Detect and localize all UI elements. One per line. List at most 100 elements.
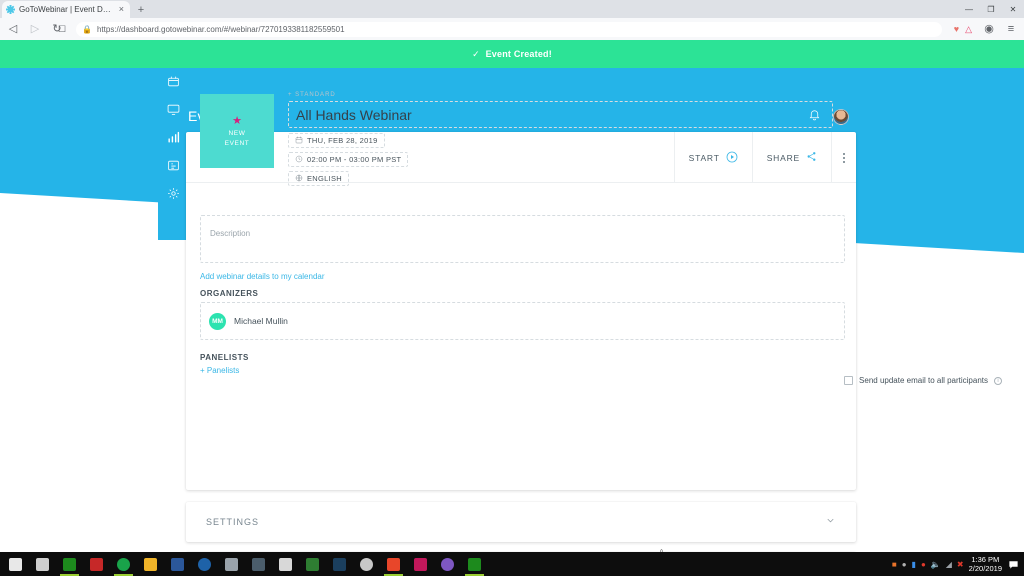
add-panelists-link[interactable]: + Panelists bbox=[200, 366, 239, 375]
star-icon: ★ bbox=[232, 116, 242, 127]
event-date-value: THU, FEB 28, 2019 bbox=[307, 136, 378, 145]
send-update-checkbox[interactable] bbox=[844, 376, 853, 385]
organizers-label: ORGANIZERS bbox=[200, 289, 258, 298]
forward-button[interactable]: ▷ bbox=[28, 24, 42, 35]
user-avatar[interactable] bbox=[833, 109, 849, 125]
send-update-label: Send update email to all participants bbox=[859, 376, 988, 385]
sidebar-item-analytics[interactable] bbox=[165, 132, 181, 148]
sidebar-item-my-webinars[interactable] bbox=[165, 104, 181, 120]
task-view-button[interactable] bbox=[29, 552, 56, 576]
close-window-button[interactable]: ✕ bbox=[1002, 0, 1024, 18]
web-page: ✓ Event Created! bbox=[0, 40, 1024, 552]
event-thumbnail[interactable]: ★ NEW EVENT bbox=[200, 94, 274, 168]
tray-icon-blue[interactable]: ▮ bbox=[912, 560, 916, 569]
chevron-down-icon[interactable] bbox=[825, 513, 836, 531]
close-tab-icon[interactable]: × bbox=[117, 5, 126, 14]
event-title-value: All Hands Webinar bbox=[296, 107, 412, 123]
taskbar-file-explorer[interactable] bbox=[137, 552, 164, 576]
more-options-kebab[interactable] bbox=[831, 132, 856, 183]
tab-title: GoToWebinar | Event Details bbox=[19, 5, 113, 14]
browser-tab[interactable]: GoToWebinar | Event Details × bbox=[2, 1, 130, 18]
taskbar-clock[interactable]: 1:36 PM 2/20/2019 bbox=[969, 555, 1002, 574]
banner-text: Event Created! bbox=[486, 49, 552, 59]
shield-extension-icon[interactable]: ♥ bbox=[954, 25, 959, 34]
taskbar-word[interactable] bbox=[164, 552, 191, 576]
system-tray: ■ ● ▮ ● 🔈 ◢ ✖ 1:36 PM 2/20/2019 bbox=[892, 555, 1024, 574]
taskbar-app-white[interactable] bbox=[272, 552, 299, 576]
organizers-list[interactable]: MM Michael Mullin bbox=[200, 302, 845, 340]
taskbar-photoshop[interactable] bbox=[326, 552, 353, 576]
adobe-extension-icon[interactable]: △ bbox=[965, 25, 972, 34]
standard-tag: + STANDARD bbox=[288, 92, 833, 98]
browser-toolbar: ◁ ▷ ↻ ☐ 🔒 https://dashboard.gotowebinar.… bbox=[0, 18, 1024, 40]
action-center-icon[interactable] bbox=[1007, 558, 1020, 571]
taskbar-app-gray[interactable] bbox=[218, 552, 245, 576]
tray-icon-red2[interactable]: ✖ bbox=[957, 560, 964, 569]
lock-icon: 🔒 bbox=[82, 25, 92, 34]
gotowebinar-favicon bbox=[6, 5, 15, 14]
event-language-value: ENGLISH bbox=[307, 174, 342, 183]
kebab-icon bbox=[843, 153, 845, 163]
thumbnail-line1: NEW bbox=[229, 130, 246, 137]
id-card-icon bbox=[167, 159, 180, 177]
taskbar-citrix-green2[interactable] bbox=[461, 552, 488, 576]
gear-icon bbox=[167, 187, 180, 205]
maximize-button[interactable]: ❐ bbox=[980, 0, 1002, 18]
send-update-row[interactable]: Send update email to all participants i bbox=[844, 376, 1002, 385]
minimize-button[interactable]: — bbox=[958, 0, 980, 18]
bookmark-icon[interactable]: ☐ bbox=[58, 24, 66, 35]
calendar-event-icon bbox=[167, 75, 180, 93]
new-tab-button[interactable]: + bbox=[134, 3, 148, 17]
taskbar-app-blue[interactable] bbox=[191, 552, 218, 576]
tray-icon-red[interactable]: ● bbox=[921, 560, 926, 569]
sidebar-item-recordings[interactable] bbox=[165, 160, 181, 176]
event-time-field[interactable]: 02:00 PM - 03:00 PM PST bbox=[288, 152, 408, 167]
tray-volume-icon[interactable]: 🔈 bbox=[931, 560, 941, 569]
description-placeholder: Description bbox=[210, 229, 250, 238]
section-settings-label: SETTINGS bbox=[206, 517, 825, 527]
taskbar-chrome[interactable] bbox=[110, 552, 137, 576]
section-settings[interactable]: SETTINGS bbox=[186, 502, 856, 542]
organizer-name: Michael Mullin bbox=[234, 316, 288, 326]
taskbar-apps bbox=[0, 552, 488, 576]
event-detail-column: + STANDARD All Hands Webinar THU, FEB 28… bbox=[288, 92, 833, 190]
tray-network-icon[interactable]: ◢ bbox=[946, 560, 952, 569]
taskbar-app-teal[interactable] bbox=[245, 552, 272, 576]
thumbnail-line2: EVENT bbox=[225, 140, 250, 147]
left-sidebar bbox=[158, 68, 188, 240]
add-to-calendar-link[interactable]: Add webinar details to my calendar bbox=[200, 272, 325, 281]
info-icon[interactable]: i bbox=[994, 377, 1002, 385]
event-date-field[interactable]: THU, FEB 28, 2019 bbox=[288, 133, 385, 148]
profile-button[interactable]: ◉ bbox=[982, 24, 996, 35]
event-created-banner: ✓ Event Created! bbox=[0, 40, 1024, 68]
taskbar-app-circle[interactable] bbox=[353, 552, 380, 576]
taskbar-itunes[interactable] bbox=[434, 552, 461, 576]
back-button[interactable]: ◁ bbox=[6, 24, 20, 35]
taskbar-app-green2[interactable] bbox=[299, 552, 326, 576]
sidebar-item-events[interactable] bbox=[165, 76, 181, 92]
sidebar-item-settings[interactable] bbox=[165, 188, 181, 204]
globe-icon bbox=[295, 174, 303, 184]
browser-menu-button[interactable]: ≡ bbox=[1004, 24, 1018, 35]
windows-taskbar: ■ ● ▮ ● 🔈 ◢ ✖ 1:36 PM 2/20/2019 bbox=[0, 552, 1024, 576]
tray-icon-orange[interactable]: ■ bbox=[892, 560, 897, 569]
calendar-icon bbox=[295, 136, 303, 146]
screen: GoToWebinar | Event Details × + — ❐ ✕ ◁ … bbox=[0, 0, 1024, 576]
taskbar-citrix-green[interactable] bbox=[56, 552, 83, 576]
address-bar[interactable]: ☐ 🔒 https://dashboard.gotowebinar.com/#/… bbox=[76, 22, 942, 37]
event-time-row: 02:00 PM - 03:00 PM PST bbox=[288, 152, 833, 167]
event-title-input[interactable]: All Hands Webinar bbox=[288, 101, 833, 128]
taskbar-brave[interactable] bbox=[380, 552, 407, 576]
event-time-value: 02:00 PM - 03:00 PM PST bbox=[307, 155, 401, 164]
tray-icon-gray[interactable]: ● bbox=[902, 560, 907, 569]
monitor-icon bbox=[167, 103, 180, 121]
taskbar-app-red[interactable] bbox=[83, 552, 110, 576]
tab-strip: GoToWebinar | Event Details × + — ❐ ✕ bbox=[0, 0, 1024, 18]
taskbar-app-pink[interactable] bbox=[407, 552, 434, 576]
browser-chrome: GoToWebinar | Event Details × + — ❐ ✕ ◁ … bbox=[0, 0, 1024, 40]
description-input[interactable]: Description bbox=[200, 215, 845, 263]
event-language-field[interactable]: ENGLISH bbox=[288, 171, 349, 186]
start-button[interactable] bbox=[2, 552, 29, 576]
clock-icon bbox=[295, 155, 303, 165]
organizer-avatar: MM bbox=[209, 313, 226, 330]
